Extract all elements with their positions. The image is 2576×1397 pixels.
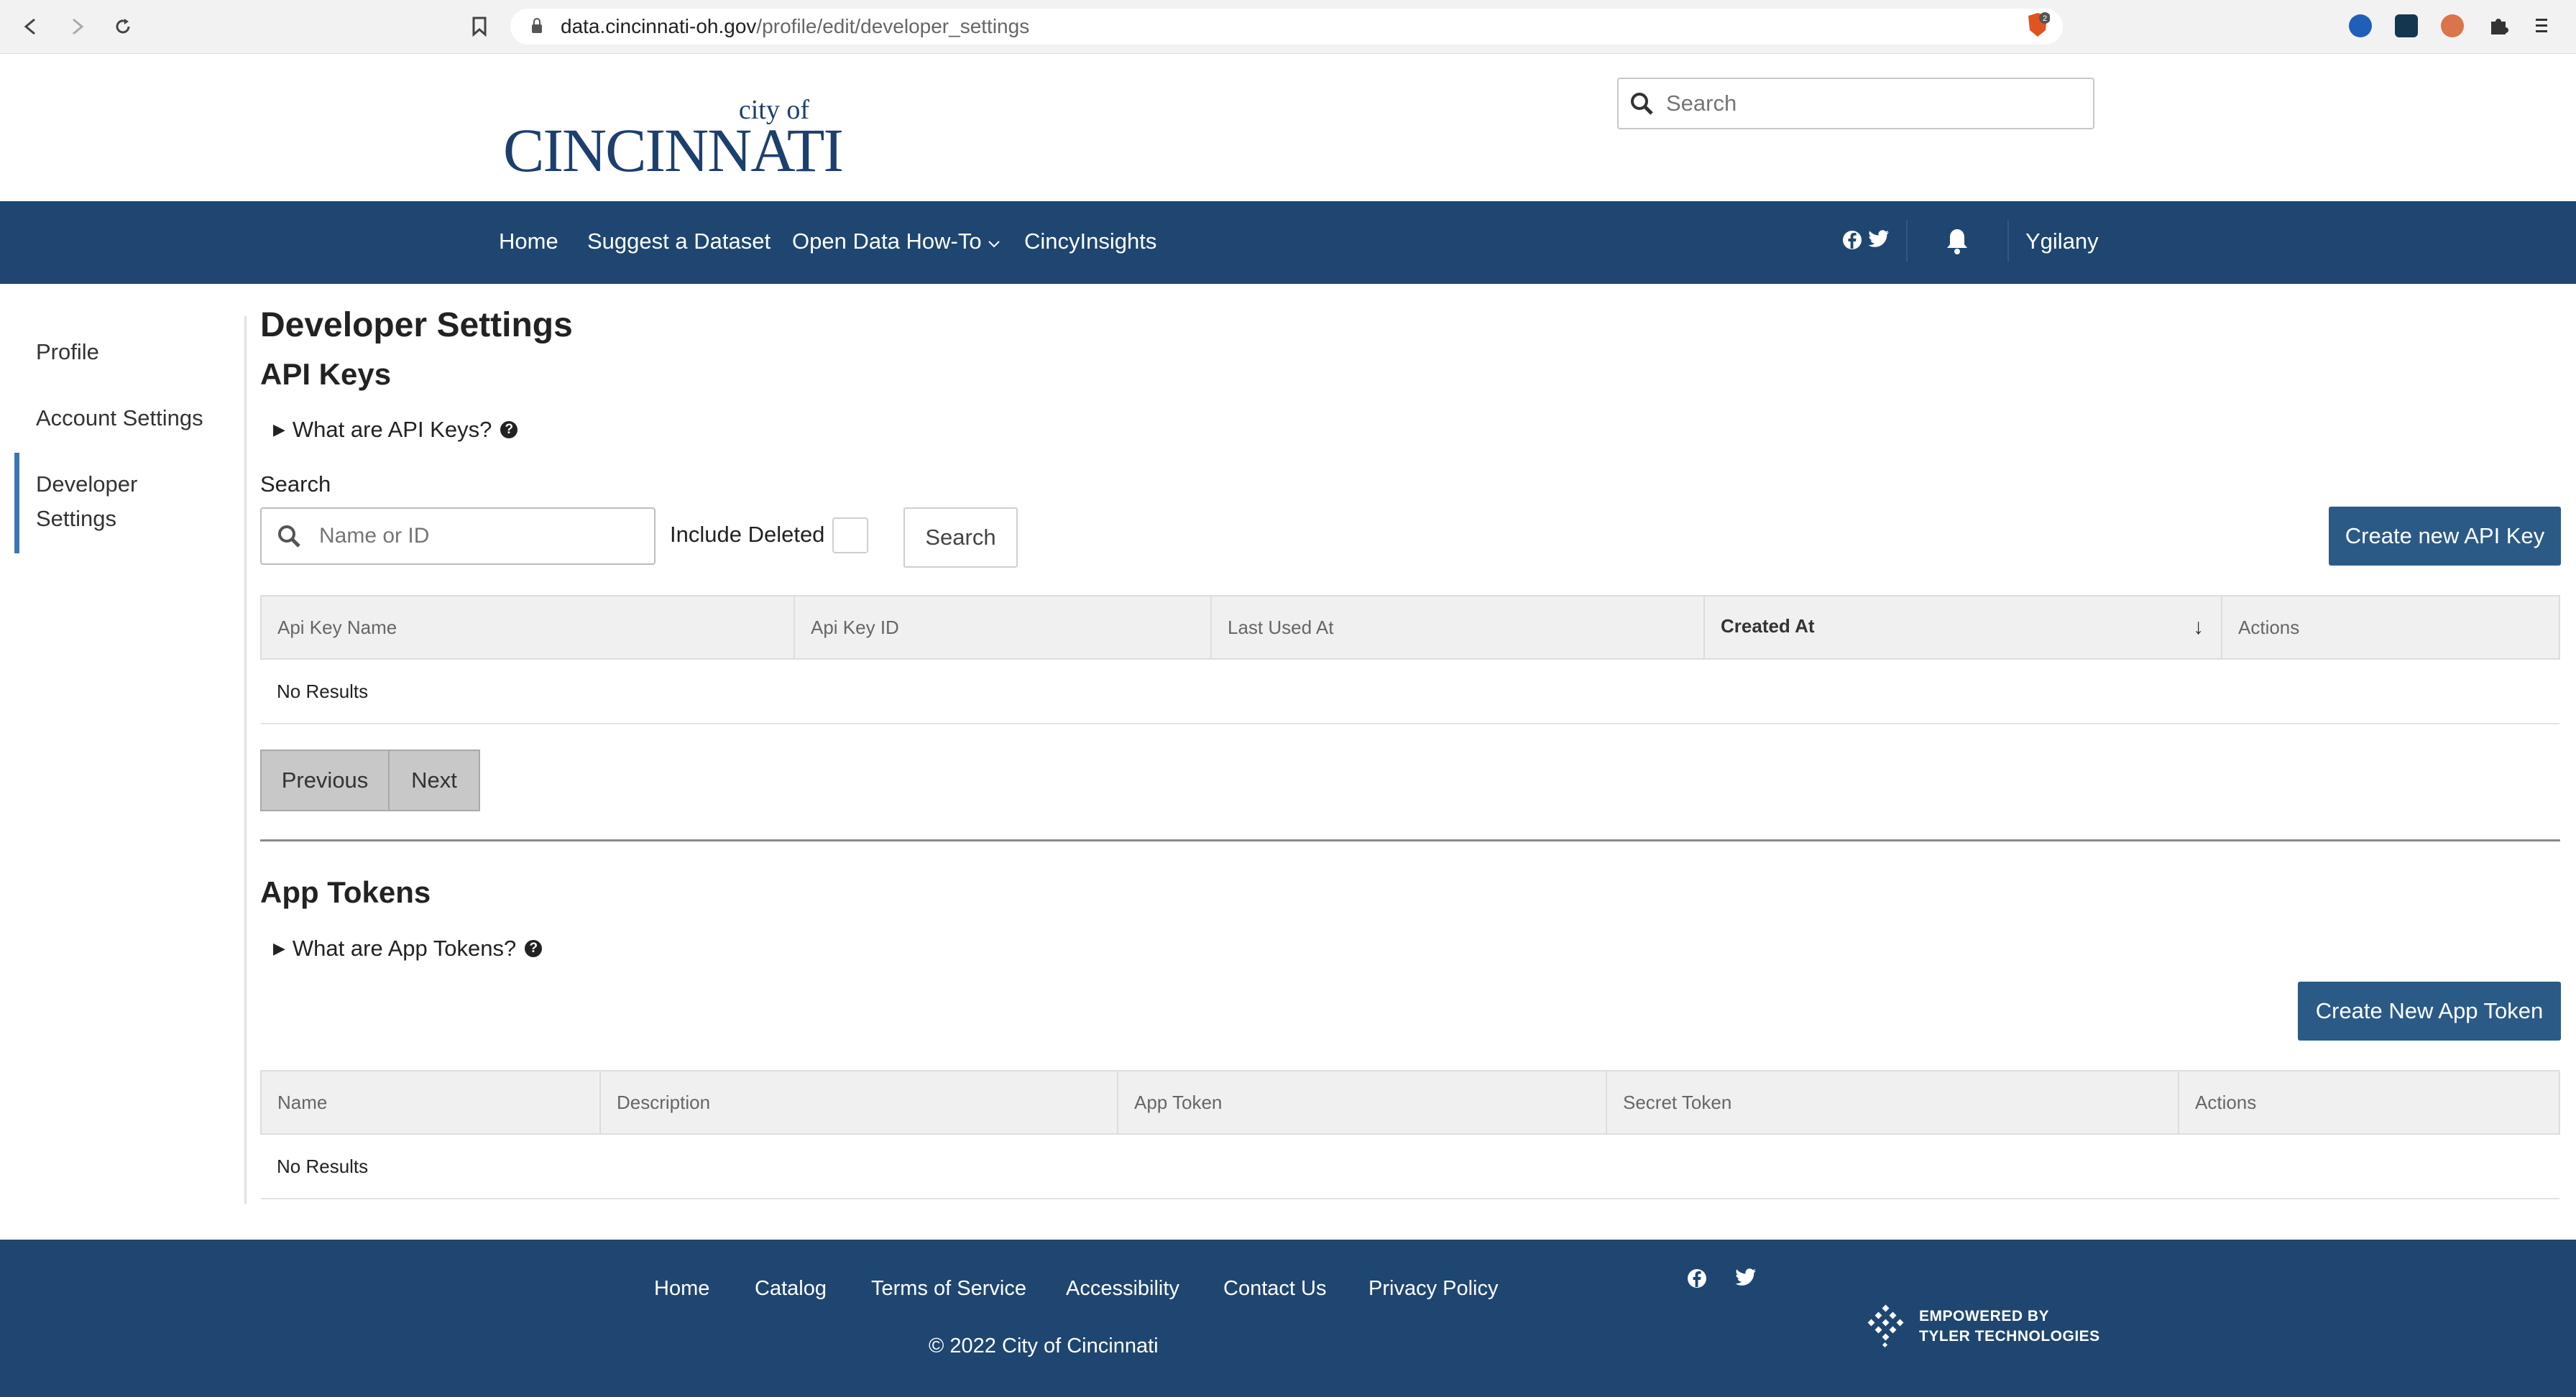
api-key-search-input[interactable] [318, 523, 644, 549]
footer-link-home[interactable]: Home [654, 1277, 709, 1301]
previous-page-button[interactable]: Previous [260, 750, 390, 811]
footer-link-privacy[interactable]: Privacy Policy [1368, 1277, 1499, 1301]
reload-icon[interactable] [111, 14, 135, 39]
api-key-search-box[interactable] [260, 507, 656, 565]
include-deleted-checkbox[interactable] [832, 517, 868, 553]
question-icon: ? [500, 421, 518, 438]
page-title: Developer Settings [260, 306, 573, 344]
footer-link-catalog[interactable]: Catalog [755, 1277, 827, 1301]
column-actions: Actions [2221, 595, 2560, 660]
header-search[interactable] [1617, 78, 2094, 129]
back-icon[interactable] [19, 14, 43, 39]
profile-sidebar: Profile Account Settings Developer Setti… [0, 316, 247, 1204]
app-tokens-table: Name Description App Token Secret Token … [260, 1070, 2560, 1199]
nav-open-data-how-to-label: Open Data How-To [792, 229, 982, 254]
nav-suggest-dataset[interactable]: Suggest a Dataset [587, 229, 770, 254]
column-api-key-id[interactable]: Api Key ID [794, 595, 1212, 660]
url-text: data.cincinnati-oh.gov/profile/edit/deve… [561, 15, 1030, 37]
column-name[interactable]: Name [260, 1070, 601, 1135]
menu-icon[interactable] [2530, 14, 2553, 37]
site-header: city of CINCINNATI [0, 54, 2576, 201]
column-actions: Actions [2178, 1070, 2560, 1135]
active-indicator [14, 453, 19, 553]
api-keys-help-label: What are API Keys? [292, 417, 492, 442]
table-header-row: Name Description App Token Secret Token … [260, 1070, 2560, 1135]
column-created-at[interactable]: Created At ↓ [1703, 595, 2222, 660]
no-results-text: No Results [261, 659, 2559, 724]
disclosure-triangle-icon: ▶ [273, 939, 285, 957]
sort-down-arrow-icon[interactable]: ↓ [2193, 615, 2204, 640]
address-bar[interactable]: data.cincinnati-oh.gov/profile/edit/deve… [510, 9, 2063, 45]
footer-link-contact[interactable]: Contact Us [1223, 1277, 1326, 1301]
tyler-line-1: EMPOWERED BY [1919, 1308, 2050, 1324]
search-icon [1631, 93, 1653, 115]
header-search-input[interactable] [1665, 90, 2070, 117]
api-keys-heading: API Keys [260, 357, 392, 391]
bookmark-icon[interactable] [467, 14, 492, 39]
footer-link-terms[interactable]: Terms of Service [871, 1277, 1026, 1301]
browser-toolbar: data.cincinnati-oh.gov/profile/edit/deve… [0, 0, 2576, 54]
no-results-text: No Results [261, 1134, 2559, 1199]
main-navbar: Home Suggest a Dataset Open Data How-To … [0, 201, 2576, 284]
app-tokens-heading: App Tokens [260, 875, 431, 909]
table-header-row: Api Key Name Api Key ID Last Used At Cre… [260, 595, 2560, 660]
pagination: Previous Next [260, 750, 480, 811]
puzzle-icon[interactable] [2487, 14, 2510, 37]
city-logo[interactable]: city of CINCINNATI [503, 90, 844, 185]
column-api-key-name[interactable]: Api Key Name [260, 595, 795, 660]
question-icon: ? [525, 940, 543, 957]
app-tokens-help-label: What are App Tokens? [292, 936, 517, 961]
create-api-key-button[interactable]: Create new API Key [2329, 507, 2561, 566]
forward-icon[interactable] [65, 14, 89, 39]
api-keys-table: Api Key Name Api Key ID Last Used At Cre… [260, 595, 2560, 724]
search-icon [278, 525, 300, 548]
table-row: No Results [261, 659, 2559, 724]
tyler-logo-icon [1867, 1304, 1904, 1348]
table-row: No Results [261, 1134, 2559, 1199]
site-footer: Home Catalog Terms of Service Accessibil… [0, 1240, 2576, 1397]
nav-separator [1906, 220, 1908, 262]
twitter-icon[interactable] [1735, 1268, 1757, 1287]
sidebar-item-developer-settings[interactable]: Developer [36, 467, 137, 502]
sidebar-item-profile[interactable]: Profile [36, 335, 99, 369]
search-label: Search [260, 471, 331, 497]
nav-home[interactable]: Home [499, 229, 558, 254]
column-app-token[interactable]: App Token [1117, 1070, 1607, 1135]
twitter-icon[interactable] [1868, 230, 1890, 249]
column-secret-token[interactable]: Secret Token [1606, 1070, 2179, 1135]
sidebar-item-account-settings[interactable]: Account Settings [36, 401, 203, 435]
chevron-down-icon [988, 241, 1000, 248]
extension-icon[interactable] [2441, 14, 2464, 37]
extension-icon[interactable] [2395, 14, 2418, 37]
api-key-search-button[interactable]: Search [903, 507, 1018, 568]
logo-name: CINCINNATI [503, 116, 844, 185]
brave-shield-icon[interactable]: 2 [2025, 11, 2051, 39]
svg-text:2: 2 [2043, 14, 2047, 23]
nav-cincyinsights[interactable]: CincyInsights [1024, 229, 1156, 254]
copyright-text: © 2022 City of Cincinnati [929, 1334, 1159, 1357]
include-deleted-label: Include Deleted [670, 522, 825, 547]
create-app-token-button[interactable]: Create New App Token [2298, 982, 2561, 1041]
api-keys-help-toggle[interactable]: ▶ What are API Keys? ? [273, 417, 518, 443]
lock-icon [532, 18, 542, 33]
bell-icon[interactable] [1945, 227, 1969, 256]
disclosure-triangle-icon: ▶ [273, 420, 285, 438]
next-page-button[interactable]: Next [390, 750, 480, 811]
app-tokens-help-toggle[interactable]: ▶ What are App Tokens? ? [273, 936, 543, 962]
facebook-icon[interactable] [1687, 1268, 1707, 1288]
tyler-technologies-badge[interactable]: EMPOWERED BY TYLER TECHNOLOGIES [1862, 1303, 2100, 1350]
nav-separator [2007, 220, 2009, 262]
column-created-at-label: Created At [1721, 615, 1815, 637]
user-menu[interactable]: Ygilany [2025, 229, 2099, 254]
column-last-used-at[interactable]: Last Used At [1210, 595, 1705, 660]
password-manager-icon[interactable] [2349, 14, 2372, 37]
tyler-text: EMPOWERED BY TYLER TECHNOLOGIES [1919, 1306, 2100, 1347]
tyler-line-2: TYLER TECHNOLOGIES [1919, 1328, 2100, 1345]
sidebar-item-developer-settings-line2[interactable]: Settings [36, 502, 116, 536]
facebook-icon[interactable] [1842, 230, 1862, 250]
nav-open-data-how-to[interactable]: Open Data How-To [792, 229, 1000, 254]
column-description[interactable]: Description [599, 1070, 1118, 1135]
section-divider [260, 839, 2560, 842]
footer-link-accessibility[interactable]: Accessibility [1066, 1277, 1179, 1301]
